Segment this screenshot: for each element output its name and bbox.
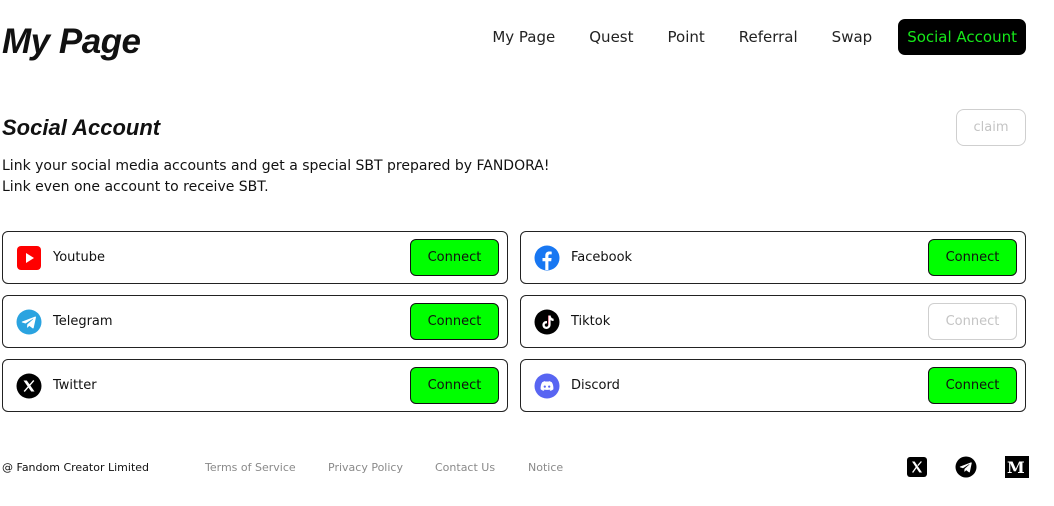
top-navigation: My Page Quest Point Referral Swap Social…	[475, 19, 1026, 55]
youtube-connect-button[interactable]: Connect	[410, 239, 499, 276]
x-icon[interactable]	[906, 456, 928, 478]
description-line-1: Link your social media accounts and get …	[2, 158, 550, 174]
account-name: Twitter	[53, 378, 97, 393]
nav-social-account[interactable]: Social Account	[898, 19, 1026, 55]
footer: @ Fandom Creator Limited Terms of Servic…	[2, 456, 1042, 480]
account-name: Discord	[571, 378, 620, 393]
terms-of-service-link[interactable]: Terms of Service	[205, 461, 296, 474]
account-card-tiktok: Tiktok Connect	[520, 295, 1026, 348]
nav-quest[interactable]: Quest	[572, 19, 650, 55]
account-name: Telegram	[53, 314, 113, 329]
medium-glyph: M	[1007, 458, 1025, 477]
twitter-connect-button[interactable]: Connect	[410, 367, 499, 404]
section-description: Link your social media accounts and get …	[2, 156, 549, 198]
nav-my-page[interactable]: My Page	[475, 19, 572, 55]
page-title: My Page	[2, 22, 141, 61]
claim-button[interactable]: claim	[956, 109, 1026, 146]
copyright-text: @ Fandom Creator Limited	[2, 461, 150, 474]
account-card-discord: Discord Connect	[520, 359, 1026, 412]
privacy-policy-link[interactable]: Privacy Policy	[328, 461, 403, 474]
notice-link[interactable]: Notice	[528, 461, 563, 474]
medium-icon[interactable]: M	[1005, 456, 1029, 478]
discord-connect-button[interactable]: Connect	[928, 367, 1017, 404]
twitter-x-icon	[16, 373, 42, 399]
account-card-telegram: Telegram Connect	[2, 295, 508, 348]
account-card-youtube: Youtube Connect	[2, 231, 508, 284]
contact-us-link[interactable]: Contact Us	[435, 461, 495, 474]
telegram-icon[interactable]	[955, 456, 977, 478]
account-name: Tiktok	[571, 314, 611, 329]
tiktok-icon	[534, 309, 560, 335]
youtube-icon	[16, 245, 42, 271]
account-card-facebook: Facebook Connect	[520, 231, 1026, 284]
nav-referral[interactable]: Referral	[722, 19, 815, 55]
account-name: Youtube	[53, 250, 105, 265]
discord-icon	[534, 373, 560, 399]
telegram-connect-button[interactable]: Connect	[410, 303, 499, 340]
description-line-2: Link even one account to receive SBT.	[2, 179, 269, 195]
tiktok-connect-button[interactable]: Connect	[928, 303, 1017, 340]
facebook-icon	[534, 245, 560, 271]
telegram-icon	[16, 309, 42, 335]
section-title: Social Account	[2, 115, 161, 140]
nav-point[interactable]: Point	[651, 19, 722, 55]
facebook-connect-button[interactable]: Connect	[928, 239, 1017, 276]
account-name: Facebook	[571, 250, 633, 265]
nav-swap[interactable]: Swap	[815, 19, 890, 55]
account-card-twitter: Twitter Connect	[2, 359, 508, 412]
